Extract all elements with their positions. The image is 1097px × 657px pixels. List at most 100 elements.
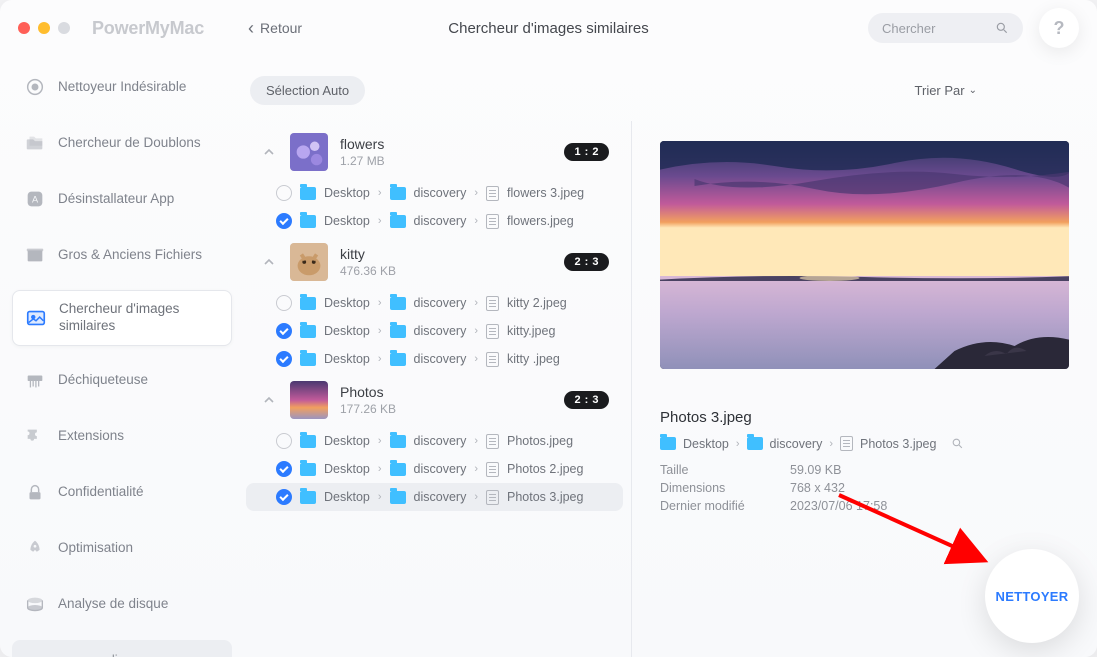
- window-controls: [18, 22, 70, 34]
- file-row[interactable]: Desktop›discovery›kitty .jpeg: [246, 345, 623, 373]
- group-size: 476.36 KB: [340, 264, 552, 278]
- search-field[interactable]: [868, 13, 1023, 43]
- body: Nettoyeur Indésirable Chercheur de Doubl…: [0, 56, 1097, 657]
- sidebar-item-duplicates[interactable]: Chercheur de Doublons: [12, 122, 232, 164]
- file-icon: [486, 490, 499, 505]
- sidebar-item-similar-images[interactable]: Chercheur d'images similaires: [12, 290, 232, 346]
- file-row[interactable]: Desktop›discovery›Photos 2.jpeg: [246, 455, 623, 483]
- folder-icon: [300, 215, 316, 228]
- sidebar-item-shredder[interactable]: Déchiqueteuse: [12, 360, 232, 402]
- chevron-left-icon: ‹: [248, 18, 254, 39]
- file-name: Photos.jpeg: [507, 434, 573, 448]
- preview-image: [660, 141, 1069, 369]
- sidebar-item-extensions[interactable]: Extensions: [12, 416, 232, 458]
- minimize-window-icon[interactable]: [38, 22, 50, 34]
- file-icon: [486, 214, 499, 229]
- results-list[interactable]: flowers1.27 MB1 : 2Desktop›discovery›flo…: [244, 121, 632, 657]
- group-thumbnail: [290, 381, 328, 419]
- file-row[interactable]: Desktop›discovery›kitty 2.jpeg: [246, 289, 623, 317]
- group-thumbnail: [290, 133, 328, 171]
- file-name: Photos 2.jpeg: [507, 462, 583, 476]
- search-icon: [995, 21, 1009, 35]
- file-row[interactable]: Desktop›discovery›kitty.jpeg: [246, 317, 623, 345]
- file-row[interactable]: Desktop›discovery›Photos 3.jpeg: [246, 483, 623, 511]
- sidebar-item-uninstaller[interactable]: A Désinstallateur App: [12, 178, 232, 220]
- file-icon: [486, 352, 499, 367]
- help-button[interactable]: ?: [1039, 8, 1079, 48]
- file-icon: [486, 324, 499, 339]
- back-button[interactable]: ‹ Retour: [248, 18, 302, 39]
- folder-icon: [390, 435, 406, 448]
- header: PowerMyMac ‹ Retour Chercheur d'images s…: [0, 0, 1097, 56]
- folder-icon: [300, 463, 316, 476]
- file-row[interactable]: Desktop›discovery›Photos.jpeg: [246, 427, 623, 455]
- sidebar-item-large-old[interactable]: Gros & Anciens Fichiers: [12, 234, 232, 276]
- checkbox[interactable]: [276, 185, 292, 201]
- folder-icon: [300, 491, 316, 504]
- user-button[interactable]: eliene: [12, 640, 232, 657]
- file-row[interactable]: Desktop›discovery›flowers 3.jpeg: [246, 179, 623, 207]
- checkbox[interactable]: [276, 323, 292, 339]
- sidebar-item-privacy[interactable]: Confidentialité: [12, 472, 232, 514]
- group-header[interactable]: flowers1.27 MB1 : 2: [246, 125, 623, 179]
- folder-icon: [390, 187, 406, 200]
- group-header[interactable]: kitty476.36 KB2 : 3: [246, 235, 623, 289]
- sort-button[interactable]: Trier Par ⌄: [915, 83, 977, 98]
- auto-select-button[interactable]: Sélection Auto: [250, 76, 365, 105]
- file-icon: [486, 296, 499, 311]
- sidebar-item-junk-cleaner[interactable]: Nettoyeur Indésirable: [12, 66, 232, 108]
- header-right: ?: [868, 8, 1079, 48]
- clean-button[interactable]: NETTOYER: [985, 549, 1079, 643]
- rocket-icon: [24, 538, 46, 560]
- checkbox[interactable]: [276, 489, 292, 505]
- meta-modified-value: 2023/07/06 17:58: [790, 499, 887, 513]
- folder-icon: [300, 435, 316, 448]
- folder-icon: [390, 491, 406, 504]
- checkbox[interactable]: [276, 295, 292, 311]
- sidebar: Nettoyeur Indésirable Chercheur de Doubl…: [0, 56, 244, 657]
- page-title: Chercheur d'images similaires: [448, 20, 648, 37]
- folder-icon: [390, 297, 406, 310]
- checkbox[interactable]: [276, 461, 292, 477]
- reveal-icon[interactable]: [951, 437, 964, 450]
- image-icon: [25, 307, 47, 329]
- file-icon: [486, 462, 499, 477]
- sidebar-item-disk-analysis[interactable]: Analyse de disque: [12, 584, 232, 626]
- collapse-icon[interactable]: [260, 391, 278, 409]
- meta-dimensions-value: 768 x 432: [790, 481, 845, 495]
- maximize-window-icon[interactable]: [58, 22, 70, 34]
- folder-icon: [390, 463, 406, 476]
- group-header[interactable]: Photos177.26 KB2 : 3: [246, 373, 623, 427]
- search-input[interactable]: [882, 21, 982, 36]
- file-row[interactable]: Desktop›discovery›flowers.jpeg: [246, 207, 623, 235]
- app-title: PowerMyMac: [92, 18, 204, 39]
- group-size: 177.26 KB: [340, 402, 552, 416]
- checkbox[interactable]: [276, 351, 292, 367]
- group-thumbnail: [290, 243, 328, 281]
- checkbox[interactable]: [276, 213, 292, 229]
- toolbar: Sélection Auto Trier Par ⌄: [244, 56, 1097, 121]
- checkbox[interactable]: [276, 433, 292, 449]
- file-name: kitty 2.jpeg: [507, 296, 567, 310]
- folder-icon: [300, 297, 316, 310]
- file-name: flowers.jpeg: [507, 214, 574, 228]
- detail-filename: Photos 3.jpeg: [660, 409, 1069, 426]
- file-name: kitty.jpeg: [507, 324, 555, 338]
- target-icon: [24, 76, 46, 98]
- folder-icon: [390, 353, 406, 366]
- puzzle-icon: [24, 426, 46, 448]
- meta-modified-label: Dernier modifié: [660, 499, 760, 513]
- close-window-icon[interactable]: [18, 22, 30, 34]
- folder-icon: [747, 437, 763, 450]
- file-name: flowers 3.jpeg: [507, 186, 584, 200]
- collapse-icon[interactable]: [260, 253, 278, 271]
- folder-icon: [300, 353, 316, 366]
- collapse-icon[interactable]: [260, 143, 278, 161]
- folder-icon: [390, 325, 406, 338]
- file-icon: [486, 186, 499, 201]
- group-badge: 1 : 2: [564, 143, 609, 161]
- group-name: kitty: [340, 246, 552, 262]
- file-name: kitty .jpeg: [507, 352, 560, 366]
- sidebar-item-optimization[interactable]: Optimisation: [12, 528, 232, 570]
- file-icon: [486, 434, 499, 449]
